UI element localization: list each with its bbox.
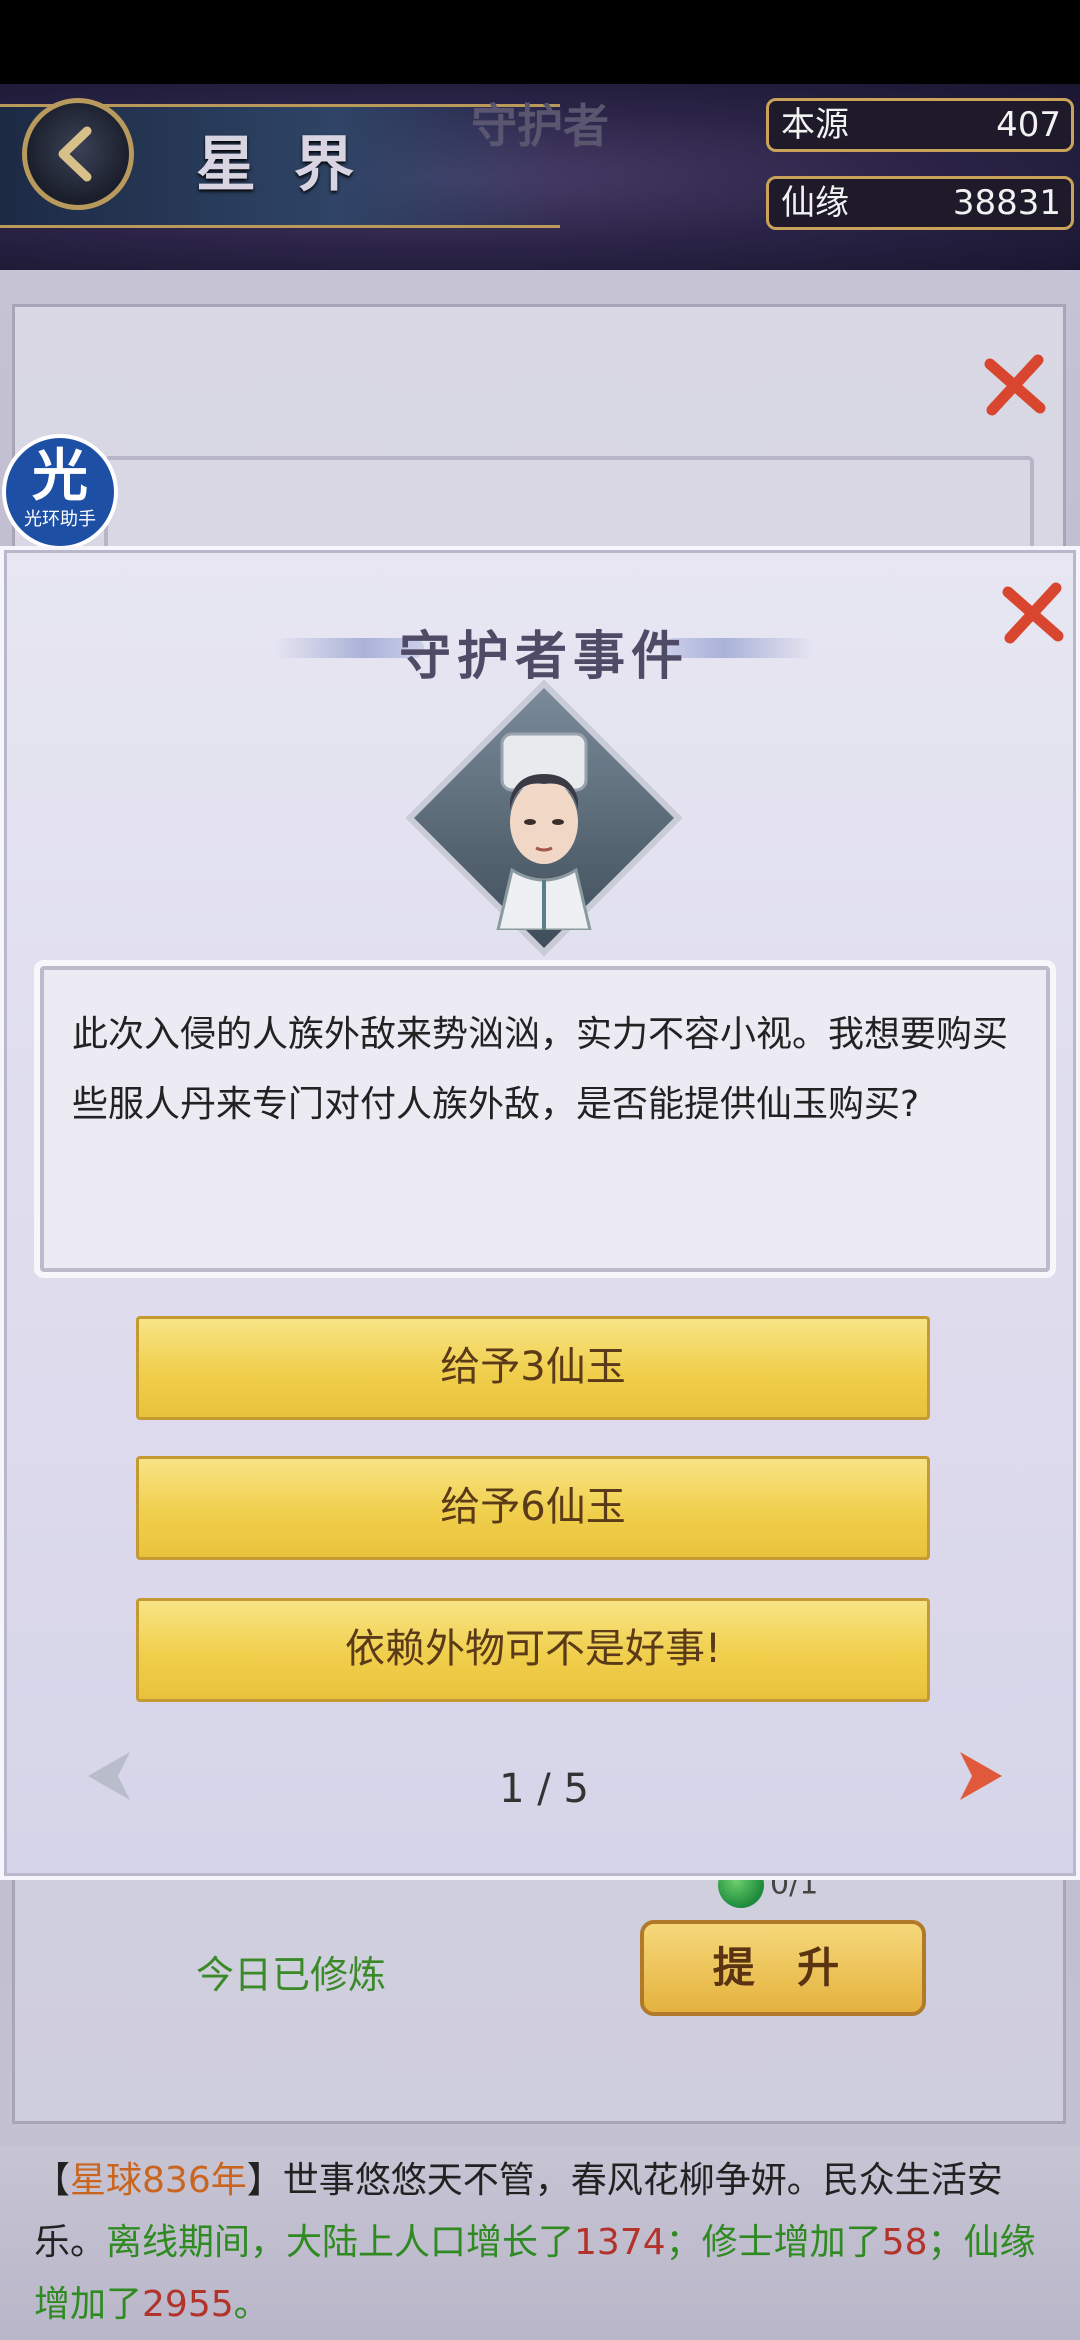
resource-value: 38831 (952, 183, 1061, 223)
badge-char: 光 (32, 444, 88, 509)
log-population: 1374 (574, 2222, 666, 2263)
guardian-card-top (104, 456, 1034, 546)
resource-xianyuan: 仙缘 38831 (766, 176, 1074, 230)
dialog-box: 此次入侵的人族外敌来势汹汹，实力不容小视。我想要购买些服人丹来专门对付人族外敌，… (40, 966, 1050, 1272)
log-sentence: 离线期间，大陆上人口增长了 (106, 2222, 575, 2263)
log-cultivators: 58 (881, 2222, 928, 2263)
assistant-badge[interactable]: 光 光环助手 (2, 434, 118, 550)
choice-give-3-jade-button[interactable]: 给予3仙玉 (136, 1316, 930, 1420)
log-sentence: ；修士增加了 (665, 2222, 882, 2263)
dialog-text: 此次入侵的人族外敌来势汹汹，实力不容小视。我想要购买些服人丹来专门对付人族外敌，… (72, 1014, 1009, 1125)
log-bracket: 【 (34, 2160, 71, 2201)
badge-label: 光环助手 (24, 509, 96, 530)
choice-give-6-jade-button[interactable]: 给予6仙玉 (136, 1456, 930, 1560)
guardian-event-modal: 守护者事件 此次入侵的人族外敌来势汹汹，实力不容小视。我想要购买些服人丹来专门对… (0, 546, 1080, 1880)
guardian-title: 守护者 (471, 99, 609, 153)
page-indicator: 1 / 5 (499, 1766, 589, 1812)
modal-title: 守护者事件 (398, 626, 689, 687)
scholar-portrait-icon (496, 732, 592, 930)
log-sentence: 。 (233, 2284, 270, 2325)
close-icon[interactable] (982, 352, 1048, 418)
next-arrow-icon[interactable] (950, 1746, 1010, 1806)
trained-today-label: 今日已修炼 (196, 1953, 387, 1997)
log-xianyuan: 2955 (142, 2284, 234, 2325)
choice-refuse-button[interactable]: 依赖外物可不是好事! (136, 1598, 930, 1702)
event-log: 【星球836年】世事悠悠天不管，春风花柳争妍。民众生活安乐。离线期间，大陆上人口… (0, 2146, 1080, 2340)
log-bracket: 】 (246, 2160, 283, 2201)
close-icon[interactable] (1000, 580, 1066, 646)
resource-label: 仙缘 (781, 183, 849, 223)
log-year: 星球836年 (70, 2160, 247, 2201)
log-text: 【星球836年】世事悠悠天不管，春风花柳争妍。民众生活安乐。离线期间，大陆上人口… (34, 2150, 1054, 2336)
promote-button[interactable]: 提 升 (640, 1920, 926, 2016)
